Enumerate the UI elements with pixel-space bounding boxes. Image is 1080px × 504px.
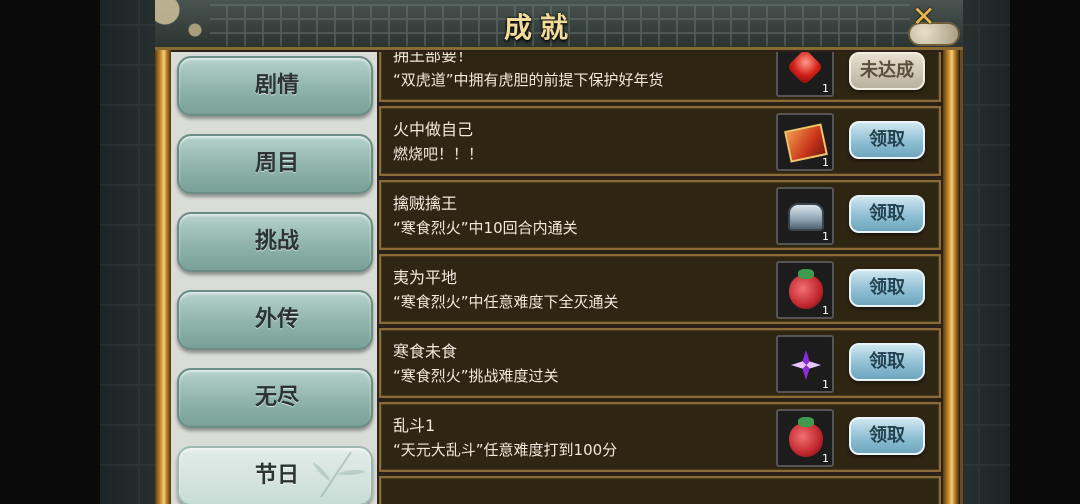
achievement-row: 夷为平地 “寒食烈火”中任意难度下全灭通关 1 领取: [379, 254, 941, 324]
achievement-title: 火中做自己: [393, 120, 474, 139]
reward-count: 1: [822, 304, 829, 317]
category-sidebar: 剧情 周目 挑战 外传 无尽 节日: [171, 52, 377, 504]
sidebar-item-challenge[interactable]: 挑战: [177, 212, 373, 272]
purple-star-icon: [791, 350, 821, 380]
page-title: 成就: [503, 11, 576, 44]
bamboo-leaf-icon: [313, 451, 366, 498]
reward-slot[interactable]: 1: [776, 335, 834, 393]
achievement-desc: “寒食烈火”中任意难度下全灭通关: [393, 293, 619, 311]
achievement-desc: “寒食烈火”中10回合内通关: [393, 219, 578, 237]
achievement-row: 火中做自己 燃烧吧！！！ 1 领取: [379, 106, 941, 176]
reward-count: 1: [822, 378, 829, 391]
reward-count: 1: [822, 82, 829, 95]
achievement-desc: 燃烧吧！！！: [393, 145, 484, 163]
button-label: 领取: [869, 203, 905, 224]
claim-button[interactable]: 领取: [849, 195, 925, 233]
achievement-row: [379, 476, 941, 504]
reward-count: 1: [822, 156, 829, 169]
cloud-ornament-icon: [155, 0, 225, 50]
reward-slot[interactable]: 1: [776, 52, 834, 97]
claim-button[interactable]: 领取: [849, 417, 925, 455]
sidebar-item-label: 无尽: [254, 385, 299, 410]
achievement-desc: “天元大乱斗”任意难度打到100分: [393, 441, 618, 459]
achievement-row: 拥王部要！ “双虎道”中拥有虎胆的前提下保护好年货 1 未达成: [379, 52, 941, 102]
achievement-desc: “双虎道”中拥有虎胆的前提下保护好年货: [393, 71, 664, 89]
button-label: 未达成: [860, 60, 914, 81]
gold-pillar-right: [943, 50, 959, 504]
close-icon: ✕: [912, 0, 936, 33]
reward-slot[interactable]: 1: [776, 113, 834, 171]
achievement-list[interactable]: 拥王部要！ “双虎道”中拥有虎胆的前提下保护好年货 1 未达成 火中做自己 燃烧…: [377, 52, 943, 504]
reward-count: 1: [822, 230, 829, 243]
reward-slot[interactable]: 1: [776, 187, 834, 245]
achievement-title: 乱斗1: [393, 416, 436, 435]
red-pouch-icon: [789, 417, 823, 457]
sidebar-item-cycle[interactable]: 周目: [177, 134, 373, 194]
claim-button[interactable]: 领取: [849, 269, 925, 307]
reward-slot[interactable]: 1: [776, 409, 834, 467]
claim-button[interactable]: 领取: [849, 121, 925, 159]
sidebar-item-label: 剧情: [254, 73, 299, 98]
button-label: 领取: [869, 129, 905, 150]
reward-slot[interactable]: 1: [776, 261, 834, 319]
achievement-row: 寒食未食 “寒食烈火”挑战难度过关 1 领取: [379, 328, 941, 398]
close-button[interactable]: ✕: [898, 0, 962, 48]
silver-chest-icon: [788, 203, 824, 231]
achievement-row: 乱斗1 “天元大乱斗”任意难度打到100分 1 领取: [379, 402, 941, 472]
sidebar-item-label: 挑战: [254, 229, 299, 254]
achievement-row: 擒贼擒王 “寒食烈火”中10回合内通关 1 领取: [379, 180, 941, 250]
button-label: 领取: [869, 277, 905, 298]
reward-count: 1: [822, 452, 829, 465]
sidebar-item-endless[interactable]: 无尽: [177, 368, 373, 428]
claim-button[interactable]: 领取: [849, 343, 925, 381]
sidebar-item-story[interactable]: 剧情: [177, 56, 373, 116]
gold-pillar-left: [155, 50, 171, 504]
button-label: 领取: [869, 425, 905, 446]
red-gem-icon: [786, 52, 824, 86]
sidebar-item-label: 外传: [254, 307, 299, 332]
achievement-desc: “寒食烈火”挑战难度过关: [393, 367, 559, 385]
achievement-title: 拥王部要！: [393, 52, 474, 65]
button-label: 领取: [869, 351, 905, 372]
sidebar-item-side-story[interactable]: 外传: [177, 290, 373, 350]
not-achieved-button[interactable]: 未达成: [849, 52, 925, 90]
sidebar-item-label: 周目: [254, 151, 299, 176]
achievement-title: 夷为平地: [393, 268, 458, 287]
achievement-title: 寒食未食: [393, 342, 458, 361]
red-pouch-icon: [789, 269, 823, 309]
achievement-title: 擒贼擒王: [393, 194, 458, 213]
